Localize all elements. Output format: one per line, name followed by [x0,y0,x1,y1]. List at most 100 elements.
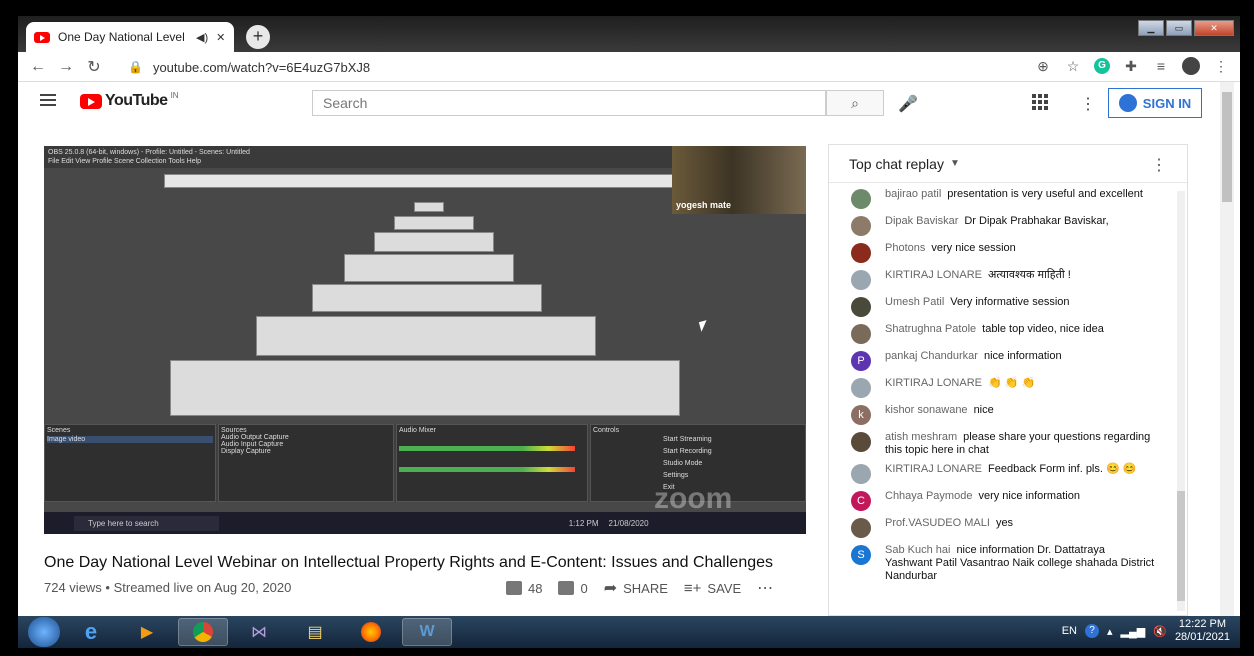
omnibox[interactable]: 🔒 youtube.com/watch?v=6E4uzG7bXJ8 [122,54,1122,80]
maximize-button[interactable]: ▭ [1166,20,1192,36]
chat-message[interactable]: C Chhaya Paymode very nice information [829,487,1173,514]
avatar [851,270,871,290]
avatar [851,432,871,452]
word-icon[interactable]: W [402,618,452,646]
avatar [851,243,871,263]
profile-icon[interactable] [1182,57,1200,75]
share-button[interactable]: ➦ SHARE [604,578,668,598]
like-button[interactable]: 48 [506,581,542,596]
clock-date: 28/01/2021 [1174,631,1230,643]
page-scrollbar[interactable] [1220,82,1234,616]
chat-message[interactable]: k kishor sonawane nice [829,401,1173,428]
media-player-icon[interactable]: ▶ [122,618,172,646]
obs-recursive-window [414,202,444,212]
extensions-puzzle-icon[interactable]: ✚ [1122,58,1140,75]
obs-control-button: Settings [663,472,689,479]
volume-muted-icon[interactable]: 🔇 [1153,625,1167,638]
chat-message[interactable]: Umesh Patil Very informative session [829,293,1173,320]
page-scrollbar-thumb[interactable] [1222,92,1232,202]
visual-studio-icon[interactable]: ⋈ [234,618,284,646]
tab-title: One Day National Level Web [58,30,188,44]
browser-tab[interactable]: One Day National Level Web ◀) ✕ [26,22,234,52]
chat-message[interactable]: Photons very nice session [829,239,1173,266]
grammarly-extension-icon[interactable]: G [1094,58,1110,74]
speaker-icon[interactable]: ◀) [196,31,208,44]
chat-scrollbar-thumb[interactable] [1177,491,1185,601]
chat-message[interactable]: bajirao patil presentation is very useful… [829,185,1173,212]
chat-message[interactable]: KIRTIRAJ LONARE अत्यावश्यक माहिती ! [829,266,1173,293]
thumbs-up-icon [506,581,522,595]
dislike-button[interactable]: 0 [558,581,588,596]
chrome-icon[interactable] [178,618,228,646]
avatar [851,464,871,484]
language-indicator[interactable]: EN [1062,625,1077,637]
chat-text: Very informative session [950,296,1070,308]
youtube-logo[interactable]: YouTube IN [80,91,179,110]
chat-text: nice [973,404,994,416]
thumbs-down-icon [558,581,575,595]
search-input[interactable]: Search [312,90,826,116]
chat-message[interactable]: KIRTIRAJ LONARE 👏 👏 👏 [829,374,1173,401]
system-clock[interactable]: 12:22 PM 28/01/2021 [1175,618,1230,644]
help-icon[interactable]: ? [1084,624,1099,638]
chat-message-body: KIRTIRAJ LONARE 👏 👏 👏 [885,377,1155,398]
bookmark-star-icon[interactable]: ☆ [1064,58,1082,75]
chat-message[interactable]: Prof.VASUDEO MALI yes [829,514,1173,541]
browser-window: One Day National Level Web ◀) ✕ + ▁ ▭ ✕ … [18,16,1240,616]
new-tab-button[interactable]: + [246,25,270,49]
chat-author: Dipak Baviskar [885,215,959,227]
inner-clock-date: 21/08/2020 [608,518,649,528]
apps-grid-icon[interactable] [1032,94,1048,110]
firefox-icon[interactable] [346,618,396,646]
back-icon[interactable]: ← [24,58,52,76]
video-player[interactable]: OBS 25.0.8 (64-bit, windows) - Profile: … [44,146,806,534]
windows-taskbar: e ▶ ⋈ ▤ W EN ? ▴ ▂▄▆ 🔇 12:22 PM 28/01/20… [18,616,1240,648]
obs-audio-mixer: Audio Mixer [396,424,588,502]
save-button[interactable]: ≡+ SAVE [684,580,741,597]
chat-message-body: pankaj Chandurkar nice information [885,350,1155,371]
reload-icon[interactable]: ↻ [80,57,108,77]
chat-text: very nice information [978,490,1080,502]
obs-panel-title: Scenes [47,427,71,434]
close-tab-icon[interactable]: ✕ [216,31,225,44]
menu-hamburger-icon[interactable] [40,94,56,106]
chat-message[interactable]: S Sab Kuch hai nice information Dr. Dattat… [829,541,1173,586]
chat-more-icon[interactable]: ⋮ [1151,155,1167,175]
settings-more-icon[interactable]: ⋮ [1080,94,1096,114]
obs-control-button: Start Recording [663,448,712,455]
more-actions-button[interactable]: ⋯ [757,578,773,598]
file-explorer-icon[interactable]: ▤ [290,618,340,646]
chrome-menu-icon[interactable]: ⋮ [1212,58,1230,75]
search-button[interactable]: ⌕ [826,90,884,116]
chat-message-body: Prof.VASUDEO MALI yes [885,517,1155,538]
chat-scrollbar[interactable] [1177,191,1185,611]
chat-message[interactable]: KIRTIRAJ LONARE Feedback Form inf. pls. 😊… [829,460,1173,487]
chat-header-label: Top chat replay [849,155,944,172]
chat-author: bajirao patil [885,188,942,200]
chat-header[interactable]: Top chat replay ▼ [829,145,1187,183]
minimize-button[interactable]: ▁ [1138,20,1164,36]
obs-sources-panel: Sources Audio Output Capture Audio Input… [218,424,394,502]
windows-start-button[interactable] [28,617,60,647]
internet-explorer-icon[interactable]: e [66,618,116,646]
sign-in-button[interactable]: SIGN IN [1108,88,1202,118]
forward-icon[interactable]: → [52,58,80,76]
presenter-name: yogesh mate [676,200,732,210]
close-window-button[interactable]: ✕ [1194,20,1234,36]
chat-author: KIRTIRAJ LONARE [885,463,982,475]
chat-text: table top video, nice idea [982,323,1104,335]
media-queue-icon[interactable]: ≡ [1152,58,1170,74]
chat-message[interactable]: atish meshram please share your questions… [829,428,1173,460]
chat-message[interactable]: Ppankaj Chandurkar nice information [829,347,1173,374]
chat-message-body: KIRTIRAJ LONARE Feedback Form inf. pls. 😊… [885,463,1155,484]
avatar: P [851,351,871,371]
audio-meter [399,467,575,472]
microphone-icon[interactable]: 🎤 [898,94,918,114]
chat-message[interactable]: Shatrughna Patole table top video, nice i… [829,320,1173,347]
network-icon[interactable]: ▴ [1107,625,1113,638]
install-icon[interactable]: ⊕ [1034,58,1052,75]
obs-source-item: Display Capture [221,448,271,455]
signal-icon[interactable]: ▂▄▆ [1121,625,1146,638]
chat-message[interactable]: Dipak Baviskar Dr Dipak Prabhakar Baviska… [829,212,1173,239]
obs-recursive-window [312,284,542,312]
